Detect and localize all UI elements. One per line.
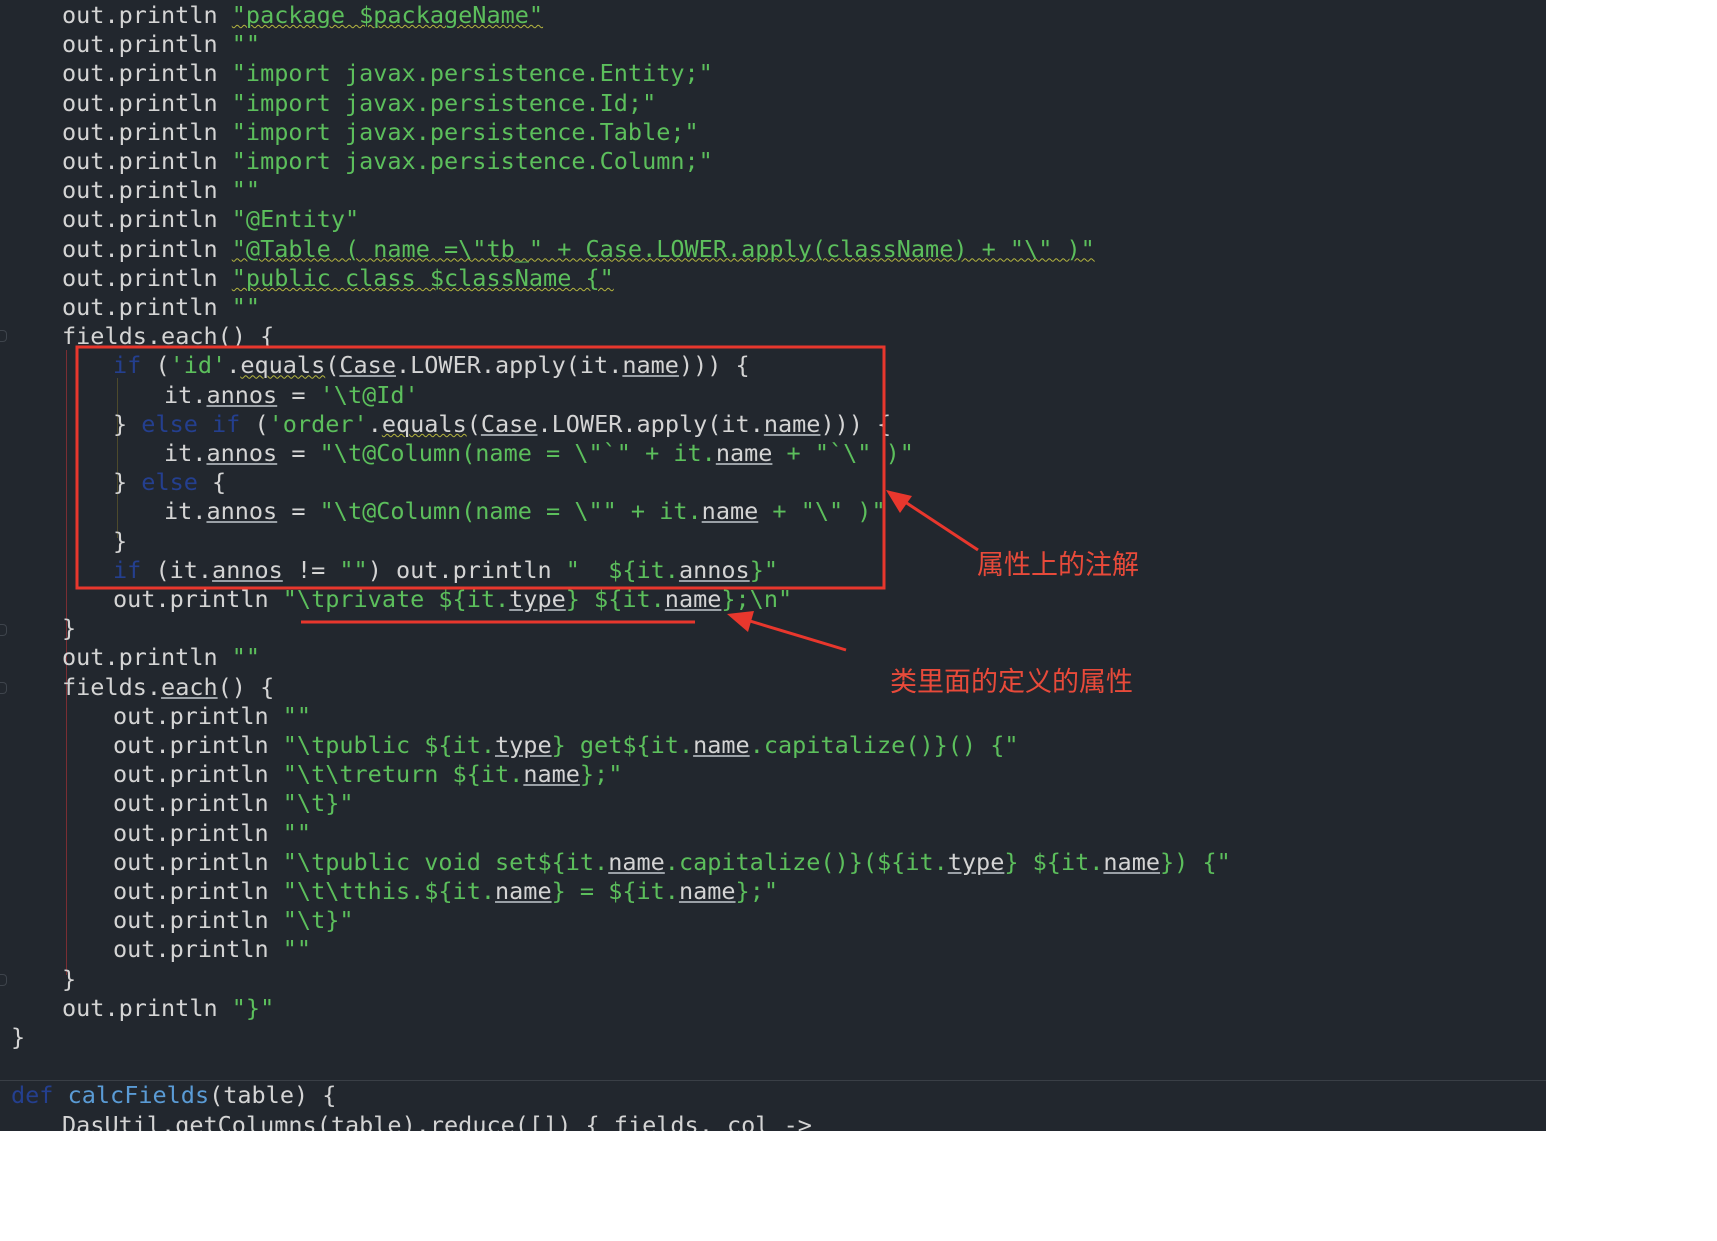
class-fields-label: 类里面的定义的属性 [890, 667, 1133, 698]
arrow-to-underline-icon [727, 611, 847, 652]
annotation-overlay [75, 345, 979, 652]
field-annotations-highlight-box [75, 345, 886, 590]
field-annotations-label: 属性上的注解 [977, 550, 1139, 581]
arrow-to-box-icon [886, 490, 979, 552]
